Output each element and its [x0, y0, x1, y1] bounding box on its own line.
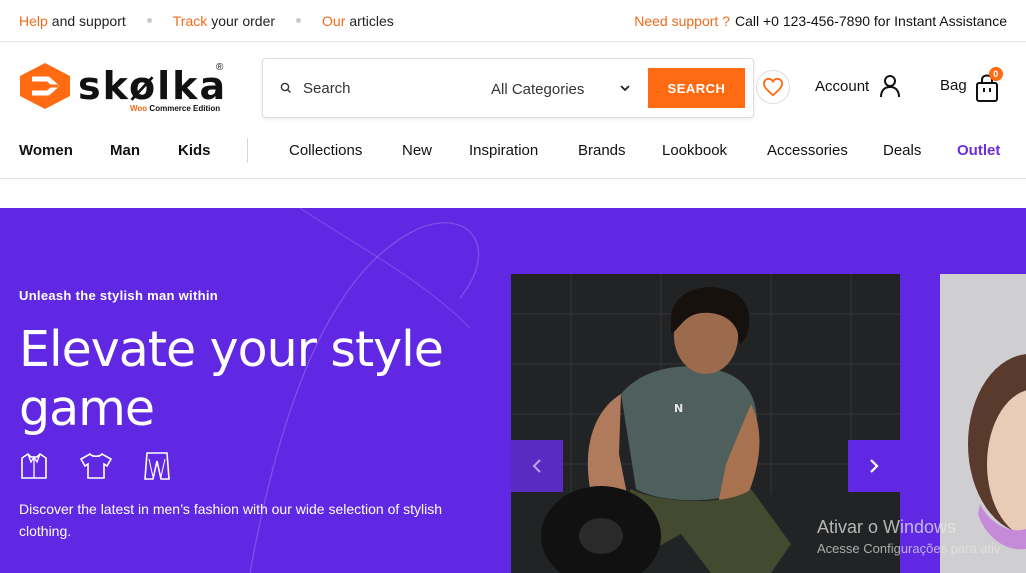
nav-item-new[interactable]: New: [402, 142, 432, 159]
heart-icon: [762, 77, 784, 97]
hero-headline: Elevate your style game: [19, 321, 444, 437]
carousel-next-button[interactable]: [848, 440, 900, 492]
nav-item-kids[interactable]: Kids: [178, 142, 211, 159]
windows-activation-subtitle: Acesse Configurações para ativ: [817, 541, 1001, 556]
search-bar: All Categories SEARCH: [262, 58, 754, 118]
hero-kicker: Unleash the stylish man within: [19, 288, 218, 303]
account-label: Account: [815, 77, 870, 95]
search-input[interactable]: [303, 77, 473, 99]
top-links: Help and support Track your order Our ar…: [19, 13, 394, 29]
tshirt-icon[interactable]: [79, 451, 113, 486]
nav-item-brands[interactable]: Brands: [578, 142, 626, 159]
user-icon: [880, 75, 901, 98]
chevron-right-icon: [870, 459, 879, 473]
search-icon: [280, 82, 291, 93]
top-bar: Help and support Track your order Our ar…: [0, 0, 1026, 42]
header: skølka ® Woo Commerce Edition All Catego…: [0, 42, 1026, 132]
main-nav: Women Man Kids Collections New Inspirati…: [0, 132, 1026, 179]
nav-item-deals[interactable]: Deals: [883, 142, 921, 159]
articles-link[interactable]: Our articles: [322, 13, 394, 29]
logo[interactable]: skølka ® Woo Commerce Edition: [18, 62, 228, 117]
help-link-text: and support: [51, 12, 126, 29]
carousel-prev-button[interactable]: [511, 440, 563, 492]
track-link-text: your order: [211, 12, 276, 29]
bag-label: Bag: [940, 76, 967, 94]
nav-item-outlet[interactable]: Outlet: [957, 142, 1000, 159]
logo-edition-text: Commerce Edition: [149, 104, 221, 113]
separator-dot: [146, 18, 152, 23]
logo-mark-icon: [20, 63, 70, 109]
shirt-icon[interactable]: [19, 451, 49, 486]
nav-item-accessories[interactable]: Accessories: [767, 142, 848, 159]
nav-item-collections[interactable]: Collections: [289, 142, 362, 159]
separator-dot: [296, 18, 302, 23]
bag-link[interactable]: Bag 0: [940, 67, 1003, 102]
articles-link-accent: Our: [322, 12, 346, 29]
track-order-link[interactable]: Track your order: [173, 13, 275, 29]
chevron-down-icon: [620, 85, 630, 92]
support-accent: Need support ?: [634, 12, 730, 29]
logo-registered-mark: ®: [216, 62, 224, 73]
pants-icon[interactable]: [143, 451, 171, 486]
logo-edition-woo: Woo: [130, 104, 148, 113]
support-phone-text[interactable]: Call +0 123-456-7890 for Instant Assista…: [735, 13, 1007, 29]
wishlist-button[interactable]: [756, 70, 790, 104]
nav-item-inspiration[interactable]: Inspiration: [469, 142, 538, 159]
nav-item-women[interactable]: Women: [19, 142, 73, 159]
chevron-left-icon: [532, 459, 541, 473]
logo-edition: Woo Commerce Edition: [130, 104, 220, 113]
windows-activation-title: Ativar o Windows: [817, 517, 957, 537]
bag-count-badge: 0: [988, 67, 1003, 81]
hero-category-icons: [19, 451, 201, 486]
track-link-accent: Track: [172, 12, 208, 29]
help-link[interactable]: Help and support: [19, 13, 126, 29]
nav-divider: [247, 138, 248, 163]
logo-wordmark: skølka: [78, 64, 228, 108]
hero-description: Discover the latest in men’s fashion wit…: [19, 501, 443, 539]
help-link-accent: Help: [19, 12, 48, 29]
account-link[interactable]: Account: [815, 74, 901, 98]
articles-link-text: articles: [349, 12, 394, 29]
bag-icon-wrap: 0: [975, 67, 1003, 102]
category-select[interactable]: All Categories: [491, 78, 631, 100]
nav-item-man[interactable]: Man: [110, 142, 140, 159]
support-info: Need support ? Call +0 123-456-7890 for …: [634, 13, 1007, 29]
svg-text:N: N: [674, 402, 683, 415]
nav-item-lookbook[interactable]: Lookbook: [662, 142, 727, 159]
category-select-value: All Categories: [491, 80, 585, 98]
search-button[interactable]: SEARCH: [648, 68, 745, 108]
